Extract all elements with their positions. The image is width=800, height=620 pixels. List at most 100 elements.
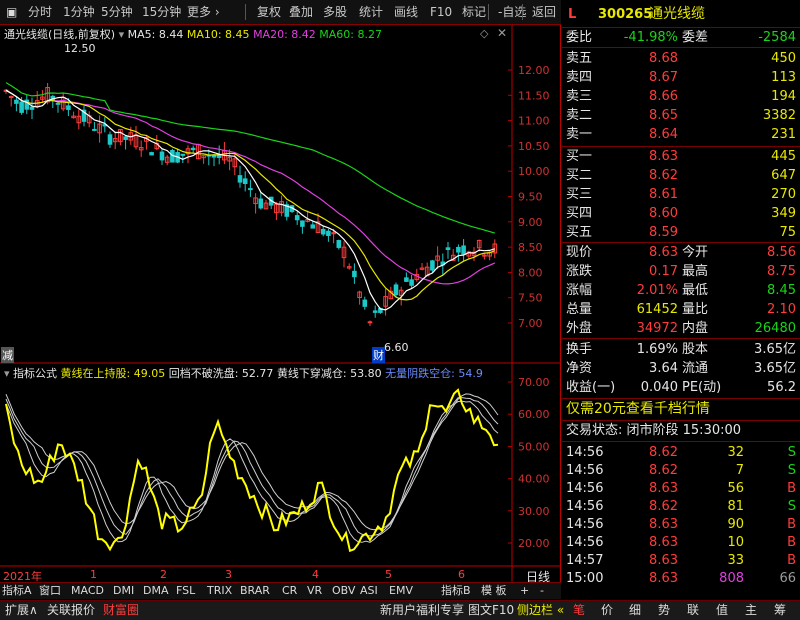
tick-price: 8.63 bbox=[649, 517, 678, 532]
candle-body bbox=[180, 153, 186, 156]
quote-tab-1[interactable]: 价 bbox=[598, 602, 616, 619]
jian-marker[interactable]: 减 bbox=[1, 347, 14, 363]
month-label: 2 bbox=[160, 568, 167, 581]
indicator-tab-5[interactable]: FSL bbox=[176, 583, 195, 599]
indicator-name: 指标公式 bbox=[13, 367, 58, 380]
quote-tab-0[interactable]: 笔 bbox=[570, 602, 588, 619]
ask-label: 卖三 bbox=[566, 89, 593, 104]
indicator-tab-13[interactable]: 指标B bbox=[441, 583, 471, 599]
indicator-tab-6[interactable]: TRIX bbox=[207, 583, 232, 599]
indicator-tab-12[interactable]: EMV bbox=[389, 583, 413, 599]
quote-tab-4[interactable]: 联 bbox=[684, 602, 702, 619]
bid-label: 买二 bbox=[566, 168, 593, 183]
toolbar-item-5[interactable]: 复权 bbox=[254, 3, 284, 21]
bottom-tab-2[interactable]: 财富圈 bbox=[100, 602, 142, 619]
candle-body bbox=[409, 279, 414, 286]
ask-volume: 3382 bbox=[762, 108, 796, 123]
bid-volume: 270 bbox=[771, 187, 796, 202]
indicator-tab-9[interactable]: VR bbox=[307, 583, 322, 599]
price-tick-label: 7.50 bbox=[518, 292, 543, 305]
stat-value: 26480 bbox=[754, 321, 796, 336]
indicator-tab-1[interactable]: 窗口 bbox=[39, 583, 61, 599]
tick-direction: B bbox=[787, 553, 796, 568]
tick-time: 14:56 bbox=[566, 499, 604, 514]
quote-tab-5[interactable]: 值 bbox=[713, 602, 731, 619]
indicator-tab-0[interactable]: 指标A bbox=[2, 583, 32, 599]
toolbar-item-0[interactable]: 分时 bbox=[25, 3, 55, 21]
promo-link[interactable]: 仅需20元查看千档行情 bbox=[566, 400, 710, 419]
bid-label: 买三 bbox=[566, 187, 593, 202]
expand-icon[interactable]: ▾ bbox=[119, 28, 125, 41]
toolbar-item-6[interactable]: 叠加 bbox=[286, 3, 316, 21]
ask-label: 卖二 bbox=[566, 108, 593, 123]
tick-time: 14:56 bbox=[566, 463, 604, 478]
stat-value: 8.75 bbox=[767, 264, 796, 279]
toolbar-item-12[interactable]: -自选 bbox=[495, 3, 529, 21]
toolbar-item-11[interactable]: 标记 bbox=[459, 3, 489, 21]
candle-body bbox=[404, 277, 409, 282]
bottom-tab-1[interactable]: 关联报价 bbox=[44, 602, 98, 619]
month-label: 6 bbox=[458, 568, 465, 581]
candle-body bbox=[92, 128, 97, 131]
candle-body bbox=[258, 198, 264, 209]
toolbar-item-13[interactable]: 返回 bbox=[529, 3, 559, 21]
cai-marker[interactable]: 财 bbox=[372, 347, 385, 363]
tick-time: 15:00 bbox=[566, 571, 604, 586]
indicator-line3: 黄线下穿减仓: 53.80 bbox=[276, 367, 382, 380]
bottom-bar: 扩展∧ 关联报价 财富圈 新用户福利专享 图文F10 侧边栏 «笔价细势联值主筹 bbox=[0, 600, 800, 620]
stat-label: PE(动) bbox=[682, 380, 722, 395]
chart-area[interactable]: 12.00 11.50 11.00 10.50 10.00 9.50 9.00 8.50 8.0… bbox=[0, 25, 561, 595]
indicator-tab-4[interactable]: DMA bbox=[143, 583, 169, 599]
toolbar-item-3[interactable]: 15分钟 bbox=[139, 3, 184, 21]
indicator-tab-8[interactable]: CR bbox=[282, 583, 297, 599]
stat-label: 外盘 bbox=[566, 321, 593, 336]
window-icon[interactable]: ▣ bbox=[3, 3, 20, 21]
bottom-promo2[interactable]: 图文F10 bbox=[465, 602, 517, 619]
toolbar-item-10[interactable]: F10 bbox=[427, 3, 455, 21]
indicator-tab-2[interactable]: MACD bbox=[71, 583, 104, 599]
indicator-tab-14[interactable]: 模 板 bbox=[481, 583, 507, 599]
stat-label: 最低 bbox=[682, 283, 709, 298]
indicator-tab-15[interactable]: + bbox=[520, 583, 529, 599]
indicator-line4: 无量阴跌空仓: 54.9 bbox=[385, 367, 483, 380]
stat-label: 今开 bbox=[682, 245, 709, 260]
bottom-promo1[interactable]: 新用户福利专享 bbox=[377, 602, 467, 619]
toolbar-item-4[interactable]: 更多 › bbox=[184, 3, 223, 21]
indicator-yellow-line bbox=[5, 388, 499, 553]
toolbar-separator bbox=[522, 4, 523, 20]
indicator-tab-16[interactable]: - bbox=[540, 583, 544, 599]
ask-price: 8.68 bbox=[649, 51, 678, 66]
toolbar-item-2[interactable]: 5分钟 bbox=[98, 3, 136, 21]
indicator-tab-7[interactable]: BRAR bbox=[240, 583, 270, 599]
tick-time: 14:56 bbox=[566, 445, 604, 460]
kline-chart[interactable]: 12.00 11.50 11.00 10.50 10.00 9.50 9.00 8.50 8.0… bbox=[0, 25, 561, 595]
bid-volume: 349 bbox=[771, 206, 796, 221]
ma20-label: MA20: 8.42 bbox=[253, 28, 316, 41]
quote-tab-6[interactable]: 主 bbox=[742, 602, 760, 619]
bottom-tab-0[interactable]: 扩展∧ bbox=[2, 602, 41, 619]
toolbar-item-9[interactable]: 画线 bbox=[391, 3, 421, 21]
tick-direction: S bbox=[787, 445, 796, 460]
ask-volume: 113 bbox=[771, 70, 796, 85]
tick-volume: 7 bbox=[735, 463, 744, 478]
stat-label: 最高 bbox=[682, 264, 709, 279]
quote-tab-2[interactable]: 细 bbox=[626, 602, 644, 619]
stat-value: 2.10 bbox=[767, 302, 796, 317]
candle-body bbox=[336, 240, 342, 248]
bottom-promo3[interactable]: 侧边栏 « bbox=[514, 602, 567, 619]
stat-label: 量比 bbox=[682, 302, 709, 317]
quote-tab-3[interactable]: 势 bbox=[655, 602, 673, 619]
diamond-icon[interactable]: ◇ bbox=[480, 27, 488, 40]
candle-body bbox=[107, 134, 113, 145]
toolbar-item-7[interactable]: 多股 bbox=[320, 3, 350, 21]
indicator-tab-11[interactable]: ASI bbox=[360, 583, 378, 599]
quote-tab-7[interactable]: 筹 bbox=[771, 602, 789, 619]
indicator-dropdown-icon[interactable]: ▾ bbox=[4, 367, 10, 380]
candle-body bbox=[66, 105, 71, 110]
toolbar-item-1[interactable]: 1分钟 bbox=[60, 3, 98, 21]
toolbar-item-8[interactable]: 统计 bbox=[356, 3, 386, 21]
close-icon[interactable]: ✕ bbox=[497, 26, 507, 40]
indicator-tab-3[interactable]: DMI bbox=[113, 583, 134, 599]
tick-time: 14:56 bbox=[566, 535, 604, 550]
indicator-tab-10[interactable]: OBV bbox=[332, 583, 355, 599]
